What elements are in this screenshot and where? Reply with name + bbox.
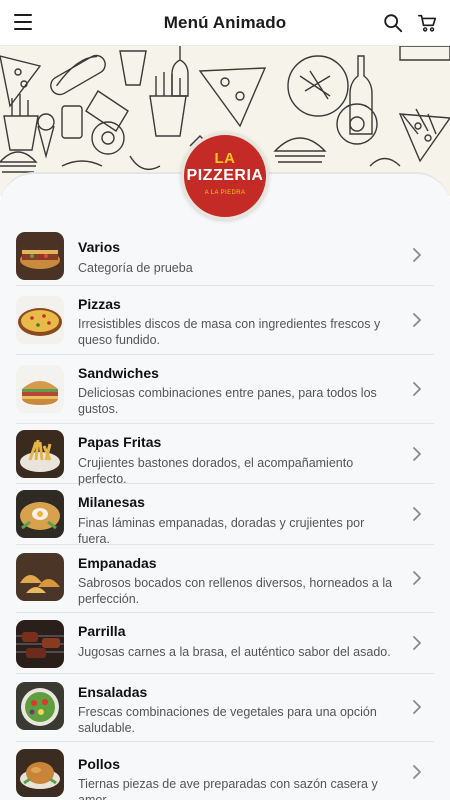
chevron-right-icon (413, 571, 421, 585)
category-item-varios[interactable]: Varios Categoría de prueba (16, 222, 434, 286)
logo-text-la: LA (214, 150, 236, 167)
category-description: Tiernas piezas de ave preparadas con saz… (78, 777, 378, 800)
category-name: Sandwiches (78, 365, 159, 381)
category-name: Varios (78, 239, 121, 255)
category-name: Milanesas (78, 494, 145, 510)
category-item-papas-fritas[interactable]: Papas Fritas Crujientes bastones dorados… (16, 424, 434, 486)
logo-text-subtitle: A LA PIEDRA (204, 190, 246, 196)
category-description: Deliciosas combinaciones entre panes, pa… (78, 386, 377, 416)
chevron-right-icon (413, 447, 421, 461)
chevron-right-icon (413, 636, 421, 650)
category-item-pollos[interactable]: Pollos Tiernas piezas de ave preparadas … (16, 742, 434, 800)
category-item-sandwiches[interactable]: Sandwiches Deliciosas combinaciones entr… (16, 355, 434, 424)
category-name: Pizzas (78, 296, 121, 312)
parrilla-thumbnail (16, 620, 64, 668)
category-description: Jugosas carnes a la brasa, el auténtico … (78, 645, 391, 659)
pollos-thumbnail (16, 749, 64, 797)
category-item-milanesas[interactable]: Milanesas Finas láminas empanadas, dorad… (16, 484, 434, 546)
category-list: Varios Categoría de prueba Pizzas Irresi… (16, 222, 434, 800)
category-name: Empanadas (78, 555, 157, 571)
category-description: Sabrosos bocados con rellenos diversos, … (78, 576, 393, 606)
hamburger-menu-icon[interactable] (14, 14, 32, 30)
category-name: Pollos (78, 756, 121, 772)
chevron-right-icon (413, 248, 421, 262)
chevron-right-icon (413, 507, 421, 521)
category-item-ensaladas[interactable]: Ensaladas Frescas combinaciones de veget… (16, 674, 434, 742)
category-description: Frescas combinaciones de vegetales para … (78, 705, 377, 735)
papas-fritas-thumbnail (16, 430, 64, 478)
category-description: Finas láminas empanadas, doradas y cruji… (78, 516, 365, 546)
category-item-pizzas[interactable]: Pizzas Irresistibles discos de masa con … (16, 286, 434, 355)
logo-text-pizzeria: PIZZERIA (186, 167, 264, 184)
chevron-right-icon (413, 382, 421, 396)
app-header: Menú Animado (0, 0, 450, 46)
search-icon[interactable] (382, 12, 404, 34)
restaurant-logo: LA PIZZERIA A LA PIEDRA (181, 132, 269, 220)
varios-thumbnail (16, 232, 64, 280)
category-item-empanadas[interactable]: Empanadas Sabrosos bocados con rellenos … (16, 545, 434, 613)
milanesas-thumbnail (16, 490, 64, 538)
ensaladas-thumbnail (16, 682, 64, 730)
category-description: Crujientes bastones dorados, el acompaña… (78, 456, 354, 486)
cart-icon[interactable] (416, 12, 438, 34)
category-name: Ensaladas (78, 684, 148, 700)
empanadas-thumbnail (16, 553, 64, 601)
chevron-right-icon (413, 765, 421, 779)
category-item-parrilla[interactable]: Parrilla Jugosas carnes a la brasa, el a… (16, 613, 434, 674)
category-description: Irresistibles discos de masa con ingredi… (78, 317, 381, 347)
chevron-right-icon (413, 700, 421, 714)
pizzas-thumbnail (16, 296, 64, 344)
category-name: Parrilla (78, 623, 126, 639)
sandwiches-thumbnail (16, 365, 64, 413)
chevron-right-icon (413, 313, 421, 327)
category-name: Papas Fritas (78, 434, 162, 450)
category-description: Categoría de prueba (78, 261, 193, 275)
